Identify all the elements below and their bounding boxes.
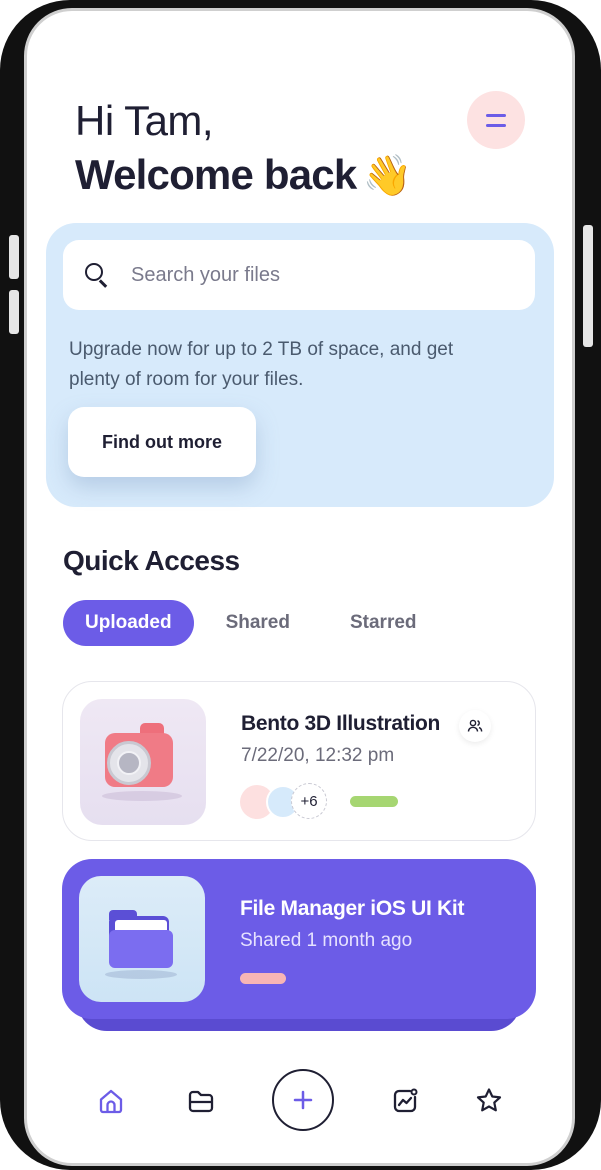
progress-indicator bbox=[350, 796, 398, 807]
menu-icon-line-top bbox=[486, 113, 506, 117]
bottom-navigation bbox=[27, 1057, 572, 1147]
greeting-text: Hi Tam, bbox=[75, 97, 214, 144]
file-shared-date: Shared 1 month ago bbox=[240, 930, 413, 951]
quick-access-tabs: Uploaded Shared Starred bbox=[63, 600, 439, 646]
volume-up-button bbox=[9, 235, 19, 279]
file-date: 7/22/20, 12:32 pm bbox=[241, 745, 395, 766]
welcome-heading: Welcome back 👋 bbox=[75, 151, 412, 199]
search-box[interactable] bbox=[63, 240, 535, 310]
find-out-more-button[interactable]: Find out more bbox=[68, 407, 256, 477]
camera-thumbnail bbox=[80, 699, 206, 825]
extra-members-count: +6 bbox=[291, 783, 327, 819]
search-input[interactable] bbox=[131, 263, 491, 287]
shared-users-icon[interactable] bbox=[459, 710, 491, 742]
search-icon bbox=[85, 263, 109, 288]
star-icon[interactable] bbox=[469, 1081, 509, 1121]
home-icon[interactable] bbox=[91, 1081, 131, 1121]
folder-icon[interactable] bbox=[181, 1081, 221, 1121]
file-card-bento[interactable]: Bento 3D Illustration 7/22/20, 12:32 pm … bbox=[62, 681, 536, 841]
file-card-file-manager[interactable]: File Manager iOS UI Kit Shared 1 month a… bbox=[62, 859, 536, 1019]
volume-down-button bbox=[9, 290, 19, 334]
quick-access-title: Quick Access bbox=[63, 545, 240, 576]
tab-uploaded[interactable]: Uploaded bbox=[63, 600, 194, 646]
promo-card: Upgrade now for up to 2 TB of space, and… bbox=[46, 223, 554, 507]
waving-hand-icon: 👋 bbox=[362, 154, 412, 198]
power-button bbox=[583, 225, 593, 347]
activity-icon[interactable] bbox=[385, 1081, 425, 1121]
tab-starred[interactable]: Starred bbox=[328, 600, 439, 646]
upgrade-text: Upgrade now for up to 2 TB of space, and… bbox=[69, 339, 454, 390]
app-screen: Hi Tam, Welcome back👋 Upgrade now for up… bbox=[24, 8, 575, 1166]
add-button[interactable] bbox=[272, 1069, 334, 1131]
file-title: Bento 3D Illustration bbox=[241, 712, 441, 735]
tab-shared[interactable]: Shared bbox=[204, 600, 312, 646]
add-icon bbox=[293, 1090, 313, 1110]
file-title: File Manager iOS UI Kit bbox=[240, 897, 465, 920]
progress-indicator bbox=[240, 973, 286, 984]
folder-thumbnail bbox=[79, 876, 205, 1002]
menu-button[interactable] bbox=[467, 91, 525, 149]
menu-icon-line-bottom bbox=[486, 123, 506, 127]
welcome-text: Welcome back bbox=[75, 151, 357, 198]
